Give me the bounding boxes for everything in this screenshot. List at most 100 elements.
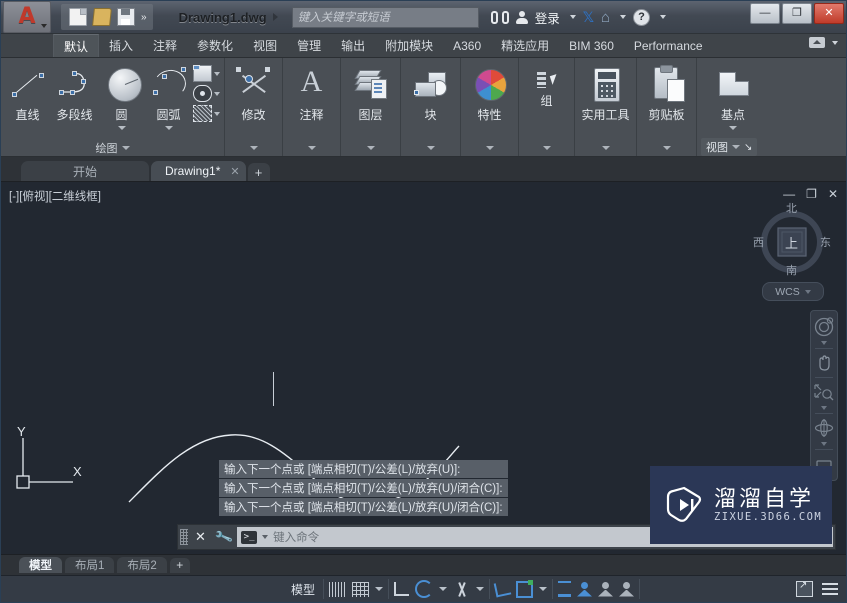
chevron-down-icon[interactable] <box>375 587 384 591</box>
chevron-down-icon[interactable] <box>439 587 448 591</box>
help-icon[interactable]: ? <box>633 8 651 26</box>
annotation-panel-expand[interactable] <box>283 140 340 156</box>
customization-icon[interactable] <box>822 583 838 595</box>
status-model-label[interactable]: 模型 <box>288 581 318 598</box>
chevron-down-icon[interactable] <box>821 442 827 446</box>
panel-properties-button[interactable]: 特性 <box>465 62 514 123</box>
tool-polyline[interactable]: 多段线 <box>52 62 97 123</box>
ribbon-panel-basepoint[interactable]: 基点 视图 ↘ <box>697 58 769 156</box>
annotation-autoscale-icon[interactable] <box>619 581 634 597</box>
annotation-visibility-icon[interactable] <box>577 581 592 597</box>
file-tab-start[interactable]: 开始 <box>21 161 149 181</box>
tool-ellipse[interactable] <box>193 85 220 102</box>
pan-hand-icon[interactable] <box>813 352 835 374</box>
ribbon-tab-addins[interactable]: 附加模块 <box>375 34 443 57</box>
viewcube[interactable]: 北 西 上 东 南 <box>752 200 832 280</box>
panel-utilities-button[interactable]: 实用工具 <box>579 62 632 123</box>
chevron-down-icon[interactable] <box>214 111 220 116</box>
chevron-down-icon[interactable] <box>539 587 548 591</box>
drawing-canvas[interactable]: [-][俯视][二维线框] — ❐ ✕ Y X 北 西 上 东 南 WCS 输入… <box>1 182 846 554</box>
ribbon-panel-annotation[interactable]: A 注释 <box>283 58 341 156</box>
chevron-down-icon[interactable] <box>569 15 576 19</box>
chevron-down-icon[interactable] <box>164 126 173 130</box>
ribbon-tab-view[interactable]: 视图 <box>243 34 287 57</box>
object-snap-icon[interactable] <box>453 582 470 597</box>
group-panel-expand[interactable] <box>519 140 574 156</box>
viewcube-south-label[interactable]: 南 <box>786 262 797 278</box>
panel-group-button[interactable]: 组 <box>523 62 570 109</box>
draw-panel-title[interactable]: 绘图 <box>1 140 224 156</box>
panel-clipboard-button[interactable]: 剪贴板 <box>641 62 692 123</box>
ribbon-tab-featured-apps[interactable]: 精选应用 <box>491 34 559 57</box>
person-icon[interactable] <box>515 10 528 24</box>
new-tab-button[interactable]: + <box>247 163 270 181</box>
chevron-down-icon[interactable] <box>476 587 485 591</box>
customize-wrench-icon[interactable]: 🔧 <box>209 525 239 549</box>
properties-panel-expand[interactable] <box>461 140 518 156</box>
file-tab-drawing1[interactable]: Drawing1* ✕ <box>151 161 246 181</box>
close-button[interactable]: ✕ <box>814 3 844 24</box>
chevron-down-icon[interactable] <box>804 289 811 294</box>
sign-in-label[interactable]: 登录 <box>535 8 560 27</box>
ribbon-panel-properties[interactable]: 特性 <box>461 58 519 156</box>
chevron-down-icon[interactable] <box>729 126 737 130</box>
zoom-extents-icon[interactable] <box>813 381 835 403</box>
ribbon-tab-a360[interactable]: A360 <box>443 34 491 57</box>
tool-arc[interactable]: 圆弧 <box>146 62 191 130</box>
wcs-selector[interactable]: WCS <box>762 282 824 301</box>
more-icon[interactable]: » <box>141 12 146 23</box>
annotation-scale-icon[interactable] <box>598 581 613 597</box>
ribbon-panel-group[interactable]: 组 <box>519 58 575 156</box>
layer-panel-expand[interactable] <box>341 140 400 156</box>
tool-circle[interactable]: 圆 <box>99 62 144 130</box>
close-icon[interactable]: ✕ <box>230 165 239 178</box>
ribbon-minimize-control[interactable] <box>809 37 838 48</box>
add-layout-button[interactable]: + <box>169 557 190 573</box>
ribbon-panel-block[interactable]: 块 <box>401 58 461 156</box>
chevron-right-icon[interactable] <box>272 13 278 21</box>
layout-tab-layout1[interactable]: 布局1 <box>65 557 115 573</box>
save-icon[interactable] <box>117 8 135 26</box>
view-panel-title[interactable]: 视图 ↘ <box>697 138 769 156</box>
ribbon-panel-modify[interactable]: 修改 <box>225 58 283 156</box>
tool-rectangle[interactable] <box>193 65 220 82</box>
command-close-icon[interactable]: ✕ <box>190 529 211 545</box>
chevron-down-icon[interactable] <box>660 15 667 19</box>
ucs-icon[interactable] <box>516 579 534 598</box>
ribbon-minimize-icon[interactable] <box>809 37 825 48</box>
block-panel-expand[interactable] <box>401 140 460 156</box>
search-input[interactable]: 键入关键字或短语 <box>291 6 479 28</box>
ribbon-panel-layer[interactable]: 图层 <box>341 58 401 156</box>
drag-handle[interactable] <box>180 529 188 545</box>
grid-display-icon[interactable] <box>329 581 347 597</box>
orbit-icon[interactable] <box>813 417 835 439</box>
panel-basepoint-button[interactable]: 基点 <box>707 62 759 130</box>
application-menu-button[interactable]: A <box>3 1 51 33</box>
viewcube-north-label[interactable]: 北 <box>786 200 797 216</box>
chevron-down-icon[interactable] <box>117 126 126 130</box>
panel-dialog-launcher-icon[interactable]: ↘ <box>744 142 752 153</box>
layout-tab-layout2[interactable]: 布局2 <box>117 557 167 573</box>
chevron-down-icon[interactable] <box>121 146 130 150</box>
tool-hatch[interactable] <box>193 105 220 122</box>
ortho-mode-icon[interactable] <box>394 582 410 596</box>
steering-wheel-icon[interactable] <box>813 316 835 338</box>
binoculars-icon[interactable] <box>490 10 509 24</box>
chevron-down-icon[interactable] <box>821 341 827 345</box>
chevron-down-icon[interactable] <box>214 91 220 96</box>
ribbon-panel-utilities[interactable]: 实用工具 <box>575 58 637 156</box>
snap-mode-icon[interactable] <box>352 581 370 597</box>
polar-tracking-icon[interactable] <box>415 580 434 598</box>
view-tag[interactable]: 视图 ↘ <box>701 138 758 156</box>
chevron-down-icon[interactable] <box>821 406 827 410</box>
ribbon-tab-bim360[interactable]: BIM 360 <box>559 34 624 57</box>
autodesk-icon[interactable]: ⌂ <box>601 9 610 26</box>
viewcube-top-label[interactable]: 上 <box>785 233 798 252</box>
ribbon-tab-annotate[interactable]: 注释 <box>143 34 187 57</box>
ribbon-tab-default[interactable]: 默认 <box>53 34 100 57</box>
open-icon[interactable] <box>92 8 112 26</box>
isolate-objects-icon[interactable] <box>796 580 813 597</box>
viewcube-east-label[interactable]: 东 <box>820 234 831 250</box>
modify-panel-expand[interactable] <box>225 140 282 156</box>
viewcube-west-label[interactable]: 西 <box>753 234 764 250</box>
